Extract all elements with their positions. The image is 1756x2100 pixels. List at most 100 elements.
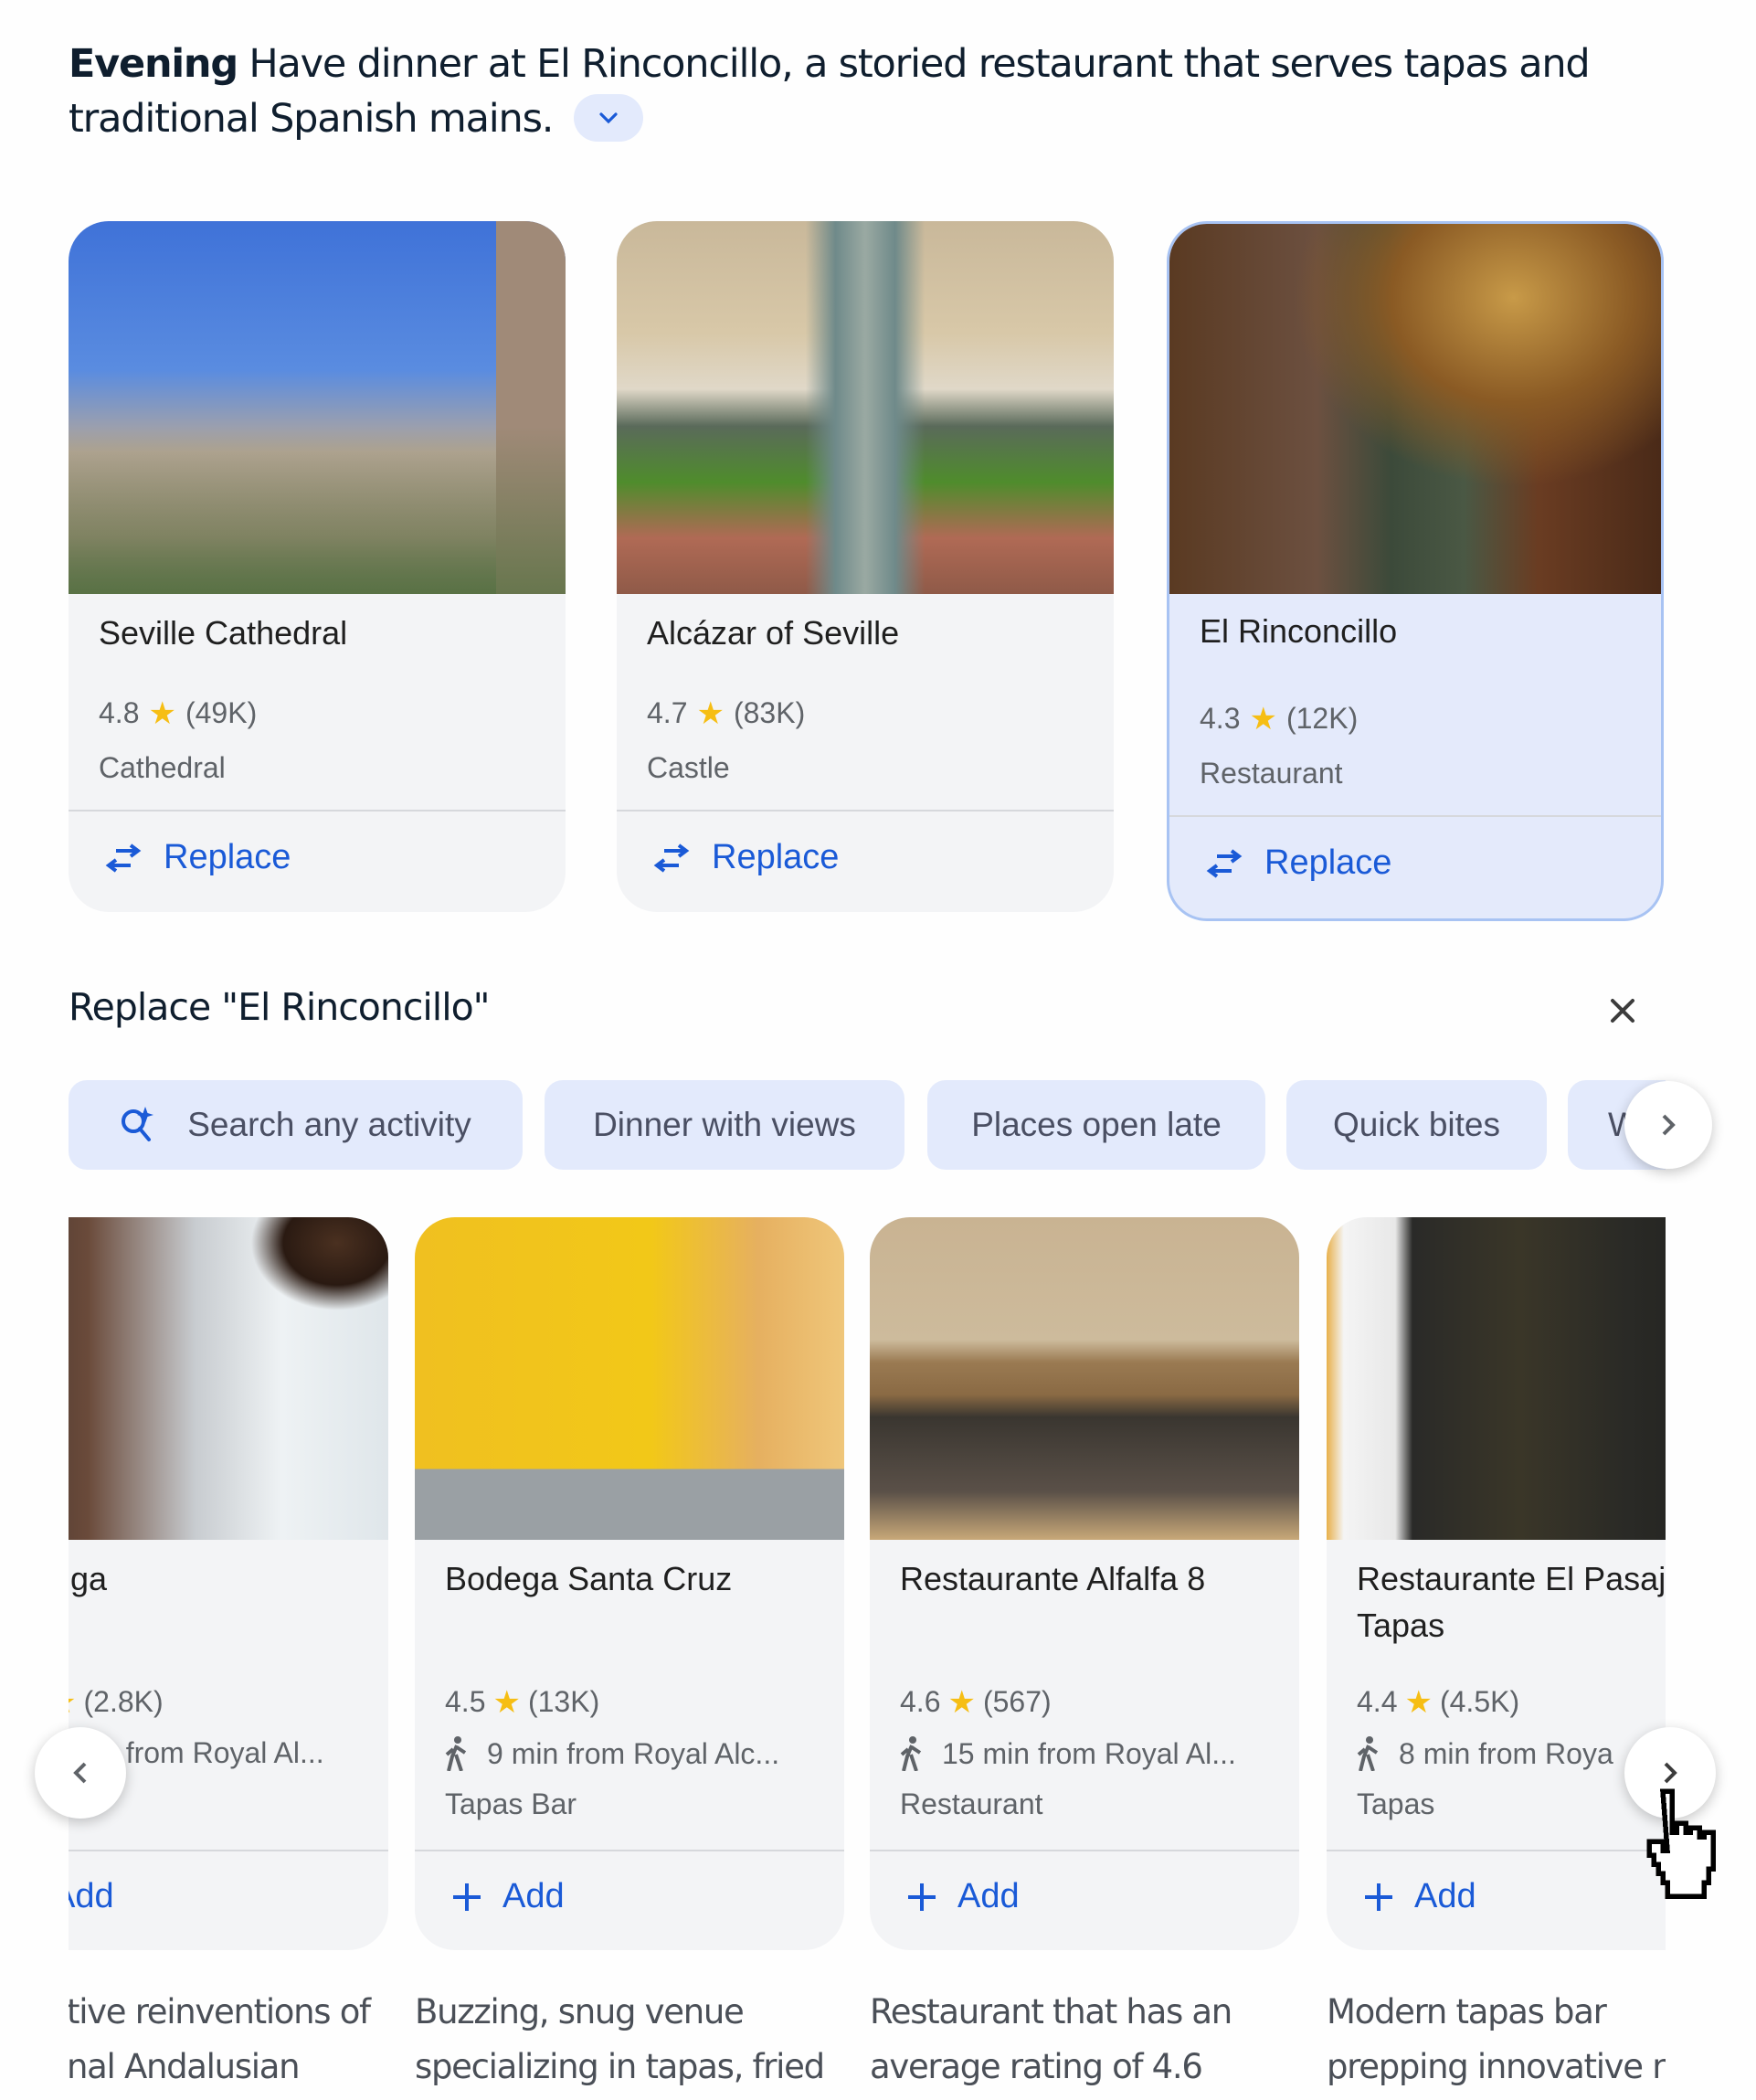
place-photo xyxy=(69,1217,388,1540)
replace-panel-title: Replace "El Rinconcillo" xyxy=(69,985,491,1029)
description-line: Restaurant that has an xyxy=(870,1992,1232,2031)
review-count: (83K) xyxy=(733,696,806,729)
place-description: Modern tapas bar prepping innovative n xyxy=(1327,1985,1666,2095)
place-name: Alcázar of Seville xyxy=(647,614,900,652)
chip-quick-bites[interactable]: Quick bites xyxy=(1286,1080,1547,1170)
replace-label: Replace xyxy=(164,838,291,876)
replace-label: Replace xyxy=(712,838,840,876)
divider xyxy=(617,810,1114,811)
search-sparkle-icon xyxy=(122,1107,154,1141)
place-photo xyxy=(1327,1217,1666,1540)
place-name-line: Tapas xyxy=(1357,1607,1445,1644)
chevron-right-icon xyxy=(1664,1762,1677,1784)
chip-label: Search any activity xyxy=(187,1106,471,1143)
add-button[interactable]: Add xyxy=(451,1877,565,1916)
walk-text: 9 min from Royal Alc... xyxy=(487,1736,780,1770)
star-icon: ★ xyxy=(148,695,176,731)
star-icon: ★ xyxy=(1404,1684,1433,1720)
search-activity-chip[interactable]: Search any activity xyxy=(69,1080,523,1170)
plus-icon xyxy=(453,1883,481,1911)
review-count: (49K) xyxy=(185,696,258,729)
divider xyxy=(1169,815,1661,817)
place-name: Restaurante El Pasaj Tapas xyxy=(1357,1555,1666,1649)
place-description: Buzzing, snug venue specializing in tapa… xyxy=(415,1985,844,2095)
place-name: Bodega Santa Cruz xyxy=(445,1560,733,1597)
walking-icon xyxy=(900,1736,922,1771)
itinerary-card[interactable]: Alcázar of Seville 4.7 ★ (83K) Castle Re… xyxy=(617,221,1114,912)
add-button[interactable]: Add xyxy=(906,1877,1020,1916)
review-count: (12K) xyxy=(1285,702,1359,735)
chip-dinner-with-views[interactable]: Dinner with views xyxy=(545,1080,904,1170)
hand-pointer-cursor-icon xyxy=(1635,1787,1727,1910)
walking-icon xyxy=(1357,1736,1379,1771)
replace-label: Replace xyxy=(1264,843,1392,882)
chip-label: Quick bites xyxy=(1332,1106,1500,1143)
replace-button[interactable]: Replace xyxy=(651,838,839,877)
rating-value: 4.5 xyxy=(445,1685,486,1718)
replace-button[interactable]: Replace xyxy=(103,838,291,877)
walk-distance: n from Royal Al... xyxy=(101,1736,324,1770)
review-count: (567) xyxy=(982,1685,1052,1718)
divider xyxy=(870,1850,1299,1851)
swap-arrows-icon xyxy=(1206,848,1243,878)
star-icon: ★ xyxy=(1249,701,1277,737)
add-label: Add xyxy=(957,1877,1020,1915)
description-line: Modern tapas bar xyxy=(1327,1992,1607,2031)
place-category: Tapas Bar xyxy=(445,1787,577,1820)
review-count: (13K) xyxy=(527,1685,600,1718)
place-photo xyxy=(415,1217,844,1540)
add-button[interactable]: Add xyxy=(69,1877,114,1916)
rating: ★ (2.8K) xyxy=(69,1685,164,1719)
time-of-day-label: Evening xyxy=(69,41,238,87)
star-icon: ★ xyxy=(696,695,725,731)
chip-label: Places open late xyxy=(971,1106,1222,1143)
place-photo xyxy=(1169,224,1661,594)
place-category: Restaurant xyxy=(1200,757,1343,790)
walk-text: n from Royal Al... xyxy=(101,1736,324,1769)
review-count: (4.5K) xyxy=(1439,1685,1520,1718)
chip-places-open-late[interactable]: Places open late xyxy=(927,1080,1265,1170)
walk-text: 8 min from Roya xyxy=(1399,1736,1613,1770)
itinerary-card-selected[interactable]: El Rinconcillo 4.3 ★ (12K) Restaurant Re… xyxy=(1167,221,1664,921)
rating-value: 4.3 xyxy=(1200,702,1241,735)
chips-scroll-right-button[interactable] xyxy=(1624,1081,1712,1169)
evening-summary: Evening Have dinner at El Rinconcillo, a… xyxy=(69,37,1622,146)
add-button[interactable]: Add xyxy=(1363,1877,1476,1916)
walk-text: 15 min from Royal Al... xyxy=(942,1736,1236,1770)
place-description: Restaurant that has an average rating of… xyxy=(870,1985,1299,2095)
walking-icon xyxy=(445,1736,467,1771)
itinerary-card[interactable]: Seville Cathedral 4.8 ★ (49K) Cathedral … xyxy=(69,221,566,912)
rating: 4.8 ★ (49K) xyxy=(99,696,257,730)
add-label: Add xyxy=(1414,1877,1476,1915)
expand-button[interactable] xyxy=(573,93,643,142)
replace-button[interactable]: Replace xyxy=(1204,843,1391,883)
place-name: ga xyxy=(70,1560,108,1597)
rating-value: 4.8 xyxy=(99,696,140,729)
add-label: Add xyxy=(69,1877,114,1915)
plus-icon xyxy=(908,1883,936,1911)
place-name: El Rinconcillo xyxy=(1200,612,1398,650)
chevron-right-icon xyxy=(1662,1114,1676,1136)
suggestion-card[interactable]: ga ★ (2.8K) n from Royal Al... nt Add xyxy=(69,1217,388,1950)
rating: 4.4 ★ (4.5K) xyxy=(1357,1685,1519,1719)
place-category: Cathedral xyxy=(99,751,226,784)
suggestion-card[interactable]: Restaurante Alfalfa 8 4.6 ★ (567) 15 min… xyxy=(870,1217,1299,1950)
star-icon: ★ xyxy=(69,1687,76,1718)
plus-icon xyxy=(1365,1883,1392,1911)
place-name: Seville Cathedral xyxy=(99,614,348,652)
rating-value: 4.7 xyxy=(647,696,688,729)
suggestion-card[interactable]: Restaurante El Pasaj Tapas 4.4 ★ (4.5K) … xyxy=(1327,1217,1666,1950)
description-line: average rating of 4.6 xyxy=(870,2047,1203,2086)
chevron-left-icon xyxy=(73,1762,87,1784)
walk-distance: 15 min from Royal Al... xyxy=(900,1736,1236,1771)
description-line: prepping innovative n xyxy=(1327,2047,1666,2086)
divider xyxy=(1327,1850,1666,1851)
carousel-prev-button[interactable] xyxy=(35,1727,126,1819)
rating: 4.7 ★ (83K) xyxy=(647,696,805,730)
place-name: Restaurante Alfalfa 8 xyxy=(900,1560,1206,1597)
close-button[interactable] xyxy=(1599,987,1646,1034)
add-label: Add xyxy=(502,1877,565,1915)
suggestion-card[interactable]: Bodega Santa Cruz 4.5 ★ (13K) 9 min from… xyxy=(415,1217,844,1950)
swap-arrows-icon xyxy=(653,843,690,873)
rating: 4.5 ★ (13K) xyxy=(445,1685,599,1719)
